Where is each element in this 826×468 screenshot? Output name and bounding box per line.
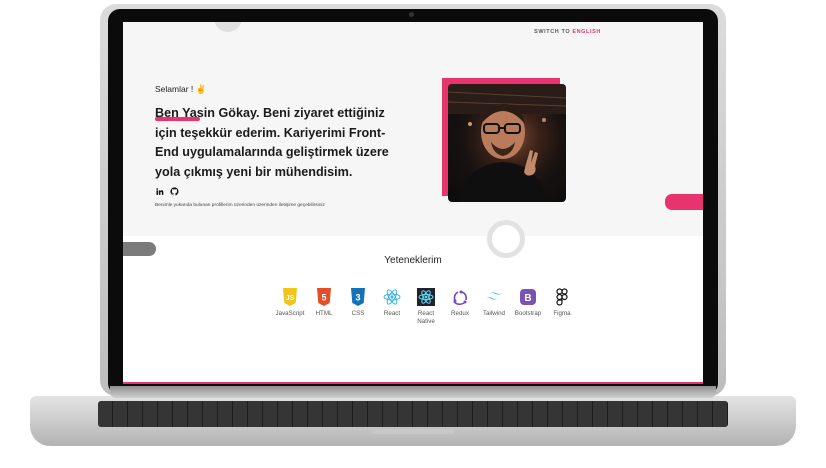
- html-icon: 5: [315, 288, 333, 306]
- skill-react-native: React Native: [411, 288, 441, 326]
- switch-language: ENGLISH: [572, 29, 601, 35]
- intro-text: Ben Yasin Gökay. Beni ziyaret ettiğiniz …: [155, 106, 389, 179]
- trackpad: [372, 429, 454, 434]
- laptop-hinge: [110, 386, 716, 398]
- bootstrap-icon: B: [519, 288, 537, 306]
- skill-label: Figma: [553, 310, 571, 317]
- decorative-circle: [214, 22, 242, 32]
- greeting-text: Selamlar !: [155, 84, 194, 94]
- keyboard: [98, 401, 728, 427]
- skill-label: HTML: [315, 310, 333, 317]
- skill-react: React: [377, 288, 407, 326]
- skill-label: JavaScript: [275, 310, 305, 317]
- svg-text:5: 5: [321, 293, 326, 303]
- website-screen: SWITCH TO ENGLISH Selamlar ! ✌ Ben Yasin…: [123, 22, 703, 384]
- decorative-pink-tab: [665, 194, 703, 210]
- skill-label: Bootstrap: [514, 310, 542, 317]
- react-icon: [383, 288, 401, 306]
- react-native-icon: [417, 288, 435, 306]
- skill-tailwind: Tailwind: [479, 288, 509, 326]
- tailwind-icon: [485, 288, 503, 306]
- github-icon[interactable]: [170, 187, 179, 196]
- switch-prefix: SWITCH TO: [534, 29, 573, 35]
- screen-bottom-line: [123, 382, 703, 384]
- profile-photo: [448, 84, 566, 202]
- figma-icon: [553, 288, 571, 306]
- decorative-ring: [487, 220, 525, 258]
- css-icon: 3: [349, 288, 367, 306]
- skills-list: JS JavaScript 5 HTML 3 CSS React React N…: [275, 288, 581, 326]
- skill-label: React: [383, 310, 401, 317]
- skill-label: React Native: [417, 310, 435, 325]
- skill-redux: Redux: [445, 288, 475, 326]
- decorative-gray-tab: [123, 242, 156, 256]
- skill-label: CSS: [351, 310, 365, 317]
- skill-label: Tailwind: [482, 310, 505, 317]
- linkedin-icon[interactable]: [155, 187, 164, 196]
- laptop-base: [30, 386, 796, 456]
- skill-html: 5 HTML: [309, 288, 339, 326]
- svg-text:B: B: [524, 293, 531, 304]
- skill-javascript: JS JavaScript: [275, 288, 305, 326]
- skill-label: Redux: [451, 310, 469, 317]
- greeting: Selamlar ! ✌: [155, 84, 206, 95]
- laptop-frame: SWITCH TO ENGLISH Selamlar ! ✌ Ben Yasin…: [0, 0, 826, 468]
- redux-icon: [451, 288, 469, 306]
- javascript-icon: JS: [281, 288, 299, 306]
- language-switch[interactable]: SWITCH TO ENGLISH: [534, 29, 601, 35]
- social-links: [155, 187, 179, 196]
- contact-note: Benimle yukarıda bulunan profillerim üze…: [155, 203, 325, 208]
- hero-section: SWITCH TO ENGLISH Selamlar ! ✌ Ben Yasin…: [123, 22, 703, 236]
- svg-text:JS: JS: [286, 295, 295, 302]
- skill-figma: Figma: [547, 288, 577, 326]
- wave-icon: ✌: [195, 84, 207, 94]
- skill-css: 3 CSS: [343, 288, 373, 326]
- camera-icon: [409, 12, 414, 17]
- skill-bootstrap: B Bootstrap: [513, 288, 543, 326]
- svg-text:3: 3: [355, 293, 360, 303]
- skills-title: Yeteneklerim: [384, 255, 442, 266]
